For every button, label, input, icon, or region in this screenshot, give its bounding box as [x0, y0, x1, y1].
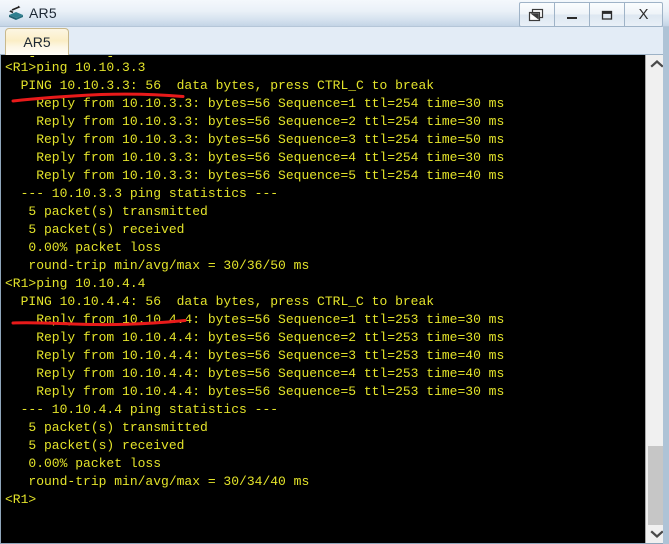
terminal-line: Reply from 10.10.4.4: bytes=56 Sequence=… — [5, 366, 505, 381]
terminal-line: 5 packet(s) received — [5, 438, 185, 453]
terminal-line: <R1>ping 10.10.3.3 — [5, 60, 146, 75]
terminal-line: 5 packet(s) transmitted — [5, 420, 208, 435]
close-icon: X — [638, 6, 649, 23]
terminal-line: Reply from 10.10.3.3: bytes=56 Sequence=… — [5, 96, 505, 111]
terminal-line: Reply from 10.10.3.3: bytes=56 Sequence=… — [5, 150, 505, 165]
terminal-line: PING 10.10.3.3: 56 data bytes, press CTR… — [5, 78, 435, 93]
router-icon — [6, 3, 26, 23]
terminal-line: 5 packet(s) transmitted — [5, 204, 208, 219]
terminal-line: Reply from 10.10.3.3: bytes=56 Sequence=… — [5, 168, 505, 183]
title-bar: AR5 X — [0, 0, 669, 27]
terminal-window: AR5 X AR5 <R1>ping 10.10.3.3 PING 10.10.… — [0, 0, 669, 544]
terminal-line: 0.00% packet loss — [5, 456, 162, 471]
terminal-line: Reply from 10.10.4.4: bytes=56 Sequence=… — [5, 348, 505, 363]
terminal-line: <R1>ping 10.10.4.4 — [5, 276, 146, 291]
window-right-edge — [663, 27, 669, 544]
terminal-line: Reply from 10.10.4.4: bytes=56 Sequence=… — [5, 330, 505, 345]
terminal-line: --- 10.10.3.3 ping statistics --- — [5, 186, 279, 201]
tab-ar5[interactable]: AR5 — [5, 28, 69, 55]
terminal-line: Reply from 10.10.3.3: bytes=56 Sequence=… — [5, 132, 505, 147]
terminal-line: Reply from 10.10.4.4: bytes=56 Sequence=… — [5, 384, 505, 399]
restore-button[interactable] — [520, 3, 555, 26]
terminal-area[interactable]: - -<R1>ping 10.10.3.3 PING 10.10.3.3: 56… — [0, 55, 669, 544]
terminal-line: Reply from 10.10.4.4: bytes=56 Sequence=… — [5, 312, 505, 327]
terminal-line: 5 packet(s) received — [5, 222, 185, 237]
close-button[interactable]: X — [625, 3, 662, 26]
window-controls: X — [519, 2, 663, 27]
terminal-line: 0.00% packet loss — [5, 240, 162, 255]
tab-label: AR5 — [23, 34, 51, 50]
tab-strip: AR5 — [0, 27, 669, 55]
terminal-line: round-trip min/avg/max = 30/36/50 ms — [5, 258, 310, 273]
terminal-output[interactable]: - -<R1>ping 10.10.3.3 PING 10.10.3.3: 56… — [1, 55, 644, 543]
window-title: AR5 — [29, 5, 57, 21]
terminal-line: PING 10.10.4.4: 56 data bytes, press CTR… — [5, 294, 435, 309]
minimize-button[interactable] — [555, 3, 590, 26]
terminal-line: --- 10.10.4.4 ping statistics --- — [5, 402, 279, 417]
terminal-line: round-trip min/avg/max = 30/34/40 ms — [5, 474, 310, 489]
terminal-line: Reply from 10.10.3.3: bytes=56 Sequence=… — [5, 114, 505, 129]
terminal-line: <R1> — [5, 492, 37, 507]
maximize-button[interactable] — [590, 3, 625, 26]
